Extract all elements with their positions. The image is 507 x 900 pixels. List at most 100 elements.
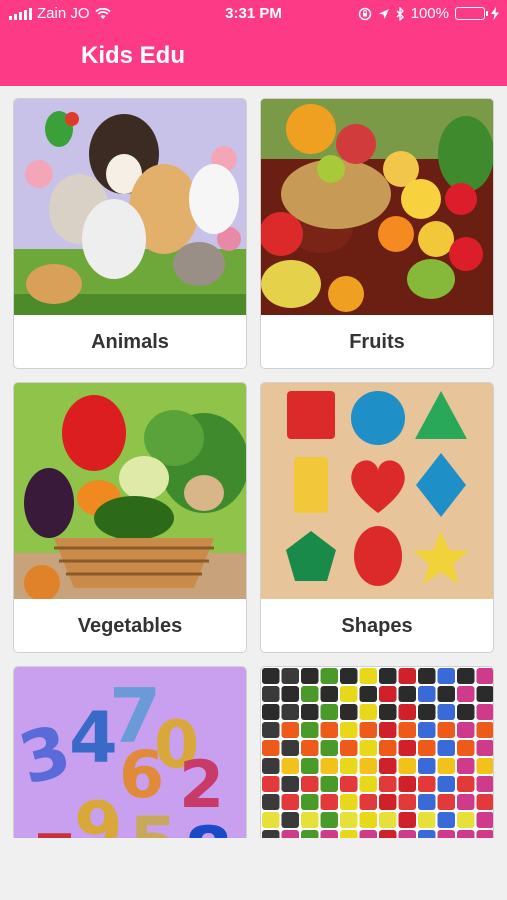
- color-tile: [437, 686, 455, 702]
- svg-text:9: 9: [74, 787, 123, 838]
- color-tile: [437, 722, 455, 738]
- color-tile: [359, 776, 377, 792]
- color-tile: [476, 830, 493, 838]
- color-tile: [340, 830, 358, 838]
- category-card-vegetables[interactable]: Vegetables: [13, 382, 247, 653]
- bottom-area: [0, 838, 507, 900]
- category-card-fruits[interactable]: Fruits: [260, 98, 494, 369]
- color-tile: [457, 668, 475, 684]
- color-tile: [262, 668, 280, 684]
- color-tile: [398, 830, 416, 838]
- color-tile: [320, 668, 338, 684]
- color-tile: [457, 776, 475, 792]
- category-card-shapes[interactable]: Shapes: [260, 382, 494, 653]
- numbers-image: 3 4 7 6 0 2 9 5 8 7: [14, 667, 246, 838]
- color-tile: [281, 812, 299, 828]
- category-card-colors[interactable]: [260, 666, 494, 838]
- color-tile: [262, 758, 280, 774]
- color-tile: [457, 722, 475, 738]
- color-tile: [340, 794, 358, 810]
- color-tile: [379, 830, 397, 838]
- color-tile: [398, 722, 416, 738]
- app-header: Zain JO 3:31 PM 100% Kids Edu: [0, 0, 507, 86]
- color-tile: [262, 704, 280, 720]
- category-card-numbers[interactable]: 3 4 7 6 0 2 9 5 8 7: [13, 666, 247, 838]
- color-tile: [320, 740, 338, 756]
- color-tile: [418, 740, 436, 756]
- color-tile: [301, 812, 319, 828]
- color-tile: [262, 794, 280, 810]
- color-tile: [476, 740, 493, 756]
- color-tile: [457, 812, 475, 828]
- color-tile: [379, 740, 397, 756]
- color-tile: [262, 812, 280, 828]
- color-tile: [320, 830, 338, 838]
- color-tile: [418, 704, 436, 720]
- color-tile: [340, 758, 358, 774]
- color-tile: [281, 794, 299, 810]
- color-tile: [281, 686, 299, 702]
- color-tile: [262, 830, 280, 838]
- color-tile: [437, 776, 455, 792]
- category-card-animals[interactable]: Animals: [13, 98, 247, 369]
- color-tile: [340, 812, 358, 828]
- color-tile: [476, 686, 493, 702]
- color-tile: [281, 704, 299, 720]
- color-tile: [340, 704, 358, 720]
- color-tile: [398, 758, 416, 774]
- color-tile: [320, 704, 338, 720]
- color-tile: [281, 740, 299, 756]
- status-bar: Zain JO 3:31 PM 100%: [0, 0, 507, 28]
- color-tile: [476, 668, 493, 684]
- color-tile: [281, 758, 299, 774]
- color-tile: [398, 776, 416, 792]
- color-tile: [320, 758, 338, 774]
- color-tile: [379, 722, 397, 738]
- color-tile: [418, 686, 436, 702]
- color-tile: [359, 794, 377, 810]
- fruits-image: [261, 99, 493, 315]
- color-tile: [359, 722, 377, 738]
- category-label: Animals: [91, 331, 169, 353]
- category-grid: Animals Fruits Vegetables Shapes 3 4 7 6…: [13, 98, 495, 838]
- color-tile: [262, 686, 280, 702]
- bluetooth-icon: [396, 6, 404, 21]
- vegetables-image: [14, 383, 246, 599]
- color-tile: [340, 686, 358, 702]
- color-tile: [359, 758, 377, 774]
- color-tile: [457, 704, 475, 720]
- color-tile: [320, 722, 338, 738]
- color-tile: [359, 740, 377, 756]
- color-tile: [340, 776, 358, 792]
- category-label: Fruits: [349, 331, 405, 353]
- color-tile: [379, 686, 397, 702]
- svg-text:7: 7: [34, 822, 76, 838]
- color-tile: [379, 668, 397, 684]
- color-tile: [301, 704, 319, 720]
- category-label: Vegetables: [77, 615, 183, 637]
- color-tile: [418, 776, 436, 792]
- color-tile: [301, 686, 319, 702]
- color-tile: [418, 722, 436, 738]
- color-tile: [398, 794, 416, 810]
- category-label: Shapes: [341, 615, 413, 637]
- color-tile: [398, 812, 416, 828]
- charging-icon: [491, 7, 499, 20]
- animals-image: [14, 99, 246, 315]
- color-tile: [379, 758, 397, 774]
- color-tile: [301, 722, 319, 738]
- color-tile: [457, 830, 475, 838]
- shapes-image: [261, 383, 493, 599]
- color-tile: [359, 704, 377, 720]
- color-tile: [418, 830, 436, 838]
- color-tile: [301, 830, 319, 838]
- color-tile: [320, 812, 338, 828]
- color-tile: [437, 830, 455, 838]
- color-tile: [320, 686, 338, 702]
- color-tile: [281, 722, 299, 738]
- svg-text:8: 8: [184, 812, 233, 838]
- color-tile: [379, 794, 397, 810]
- lock-rotation-icon: [358, 7, 371, 20]
- color-tile: [340, 740, 358, 756]
- color-tile: [359, 686, 377, 702]
